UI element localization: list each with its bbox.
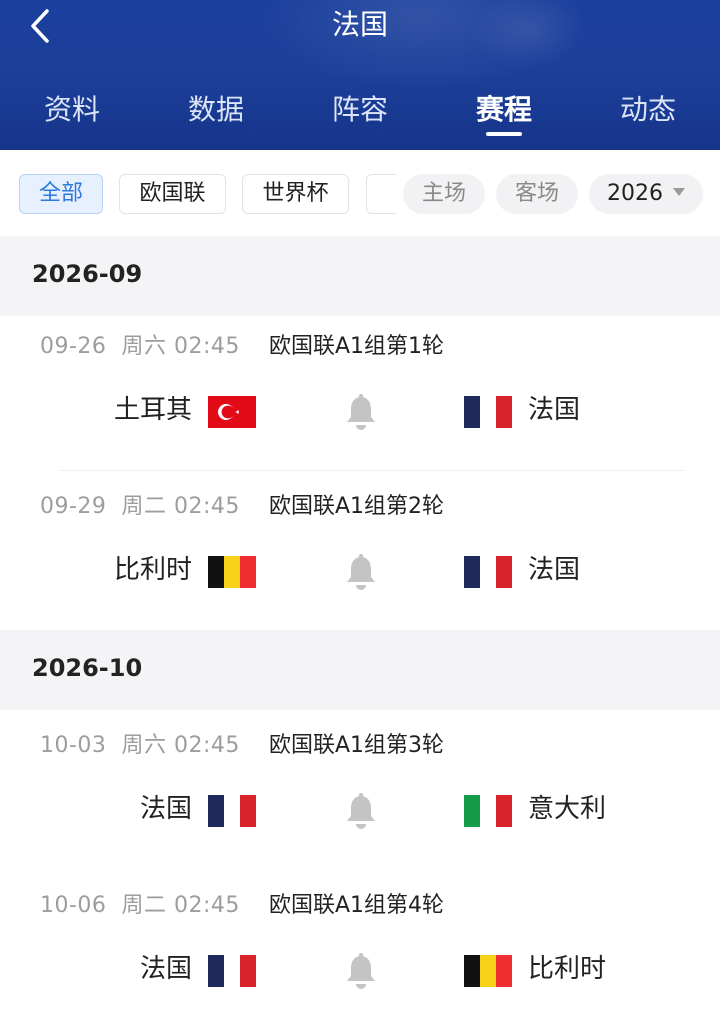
- away-filter-pill[interactable]: 客场: [496, 174, 578, 214]
- tab-stats[interactable]: 数据: [156, 92, 276, 128]
- page-title: 法国: [331, 8, 388, 41]
- filter-all-chip[interactable]: 全部: [19, 174, 103, 214]
- match-datetime: 10-03 周六 02:45: [40, 733, 240, 758]
- match-row[interactable]: 09-26 周六 02:45 欧国联A1组第1轮 土耳其 法国: [0, 316, 720, 476]
- top-bar: 法国: [0, 0, 720, 72]
- turkey-flag-icon: [208, 396, 256, 428]
- divider: [60, 470, 684, 471]
- match-round: 欧国联A1组第1轮: [269, 334, 445, 359]
- italy-flag-icon: [464, 795, 512, 827]
- match-row[interactable]: 10-06 周二 02:45 欧国联A1组第4轮 法国 比利时: [0, 875, 720, 1020]
- away-team-name: 意大利: [528, 794, 607, 824]
- filter-nations-league-chip[interactable]: 欧国联: [119, 174, 226, 214]
- active-tab-indicator: [486, 132, 522, 136]
- caret-down-icon: [673, 188, 685, 196]
- tab-squad[interactable]: 阵容: [300, 92, 420, 128]
- match-round: 欧国联A1组第4轮: [269, 893, 445, 918]
- match-round: 欧国联A1组第3轮: [269, 733, 445, 758]
- match-datetime: 09-29 周二 02:45: [40, 494, 240, 519]
- filter-world-cup-chip[interactable]: 世界杯: [242, 174, 349, 214]
- france-flag-icon: [464, 556, 512, 588]
- belgium-flag-icon: [208, 556, 256, 588]
- header: 法国 资料 数据 阵容 赛程 动态: [0, 0, 720, 150]
- tab-profile[interactable]: 资料: [12, 92, 132, 128]
- home-team-name: 法国: [139, 954, 192, 984]
- home-team-name: 法国: [139, 794, 192, 824]
- tab-schedule[interactable]: 赛程: [444, 92, 564, 128]
- match-datetime: 10-06 周二 02:45: [40, 893, 240, 918]
- month-header: 2026-10: [0, 630, 720, 710]
- match-row[interactable]: 09-29 周二 02:45 欧国联A1组第2轮 比利时 法国: [0, 476, 720, 636]
- year-value: 2026: [607, 181, 663, 206]
- match-datetime: 09-26 周六 02:45: [40, 334, 240, 359]
- france-flag-icon: [208, 795, 256, 827]
- away-team-name: 法国: [528, 555, 581, 585]
- home-team-name: 土耳其: [113, 395, 192, 425]
- france-flag-icon: [208, 955, 256, 987]
- away-team-name: 法国: [528, 395, 581, 425]
- tab-news[interactable]: 动态: [588, 92, 708, 128]
- month-label: 2026-09: [32, 260, 143, 288]
- month-label: 2026-10: [32, 654, 143, 682]
- home-filter-pill[interactable]: 主场: [403, 174, 485, 214]
- tab-bar: 资料 数据 阵容 赛程 动态: [0, 80, 720, 150]
- month-header: 2026-09: [0, 236, 720, 316]
- filter-chip-partial[interactable]: [366, 174, 396, 214]
- belgium-flag-icon: [464, 955, 512, 987]
- match-round: 欧国联A1组第2轮: [269, 494, 445, 519]
- bell-icon[interactable]: [344, 953, 378, 991]
- bell-icon[interactable]: [344, 394, 378, 432]
- match-row[interactable]: 10-03 周六 02:45 欧国联A1组第3轮 法国 意大利: [0, 715, 720, 875]
- home-team-name: 比利时: [113, 555, 192, 585]
- france-flag-icon: [464, 396, 512, 428]
- bell-icon[interactable]: [344, 793, 378, 831]
- year-select[interactable]: 2026: [589, 174, 703, 214]
- away-team-name: 比利时: [528, 954, 607, 984]
- bell-icon[interactable]: [344, 554, 378, 592]
- filter-bar: 全部 欧国联 世界杯 主场 客场 2026: [0, 150, 720, 236]
